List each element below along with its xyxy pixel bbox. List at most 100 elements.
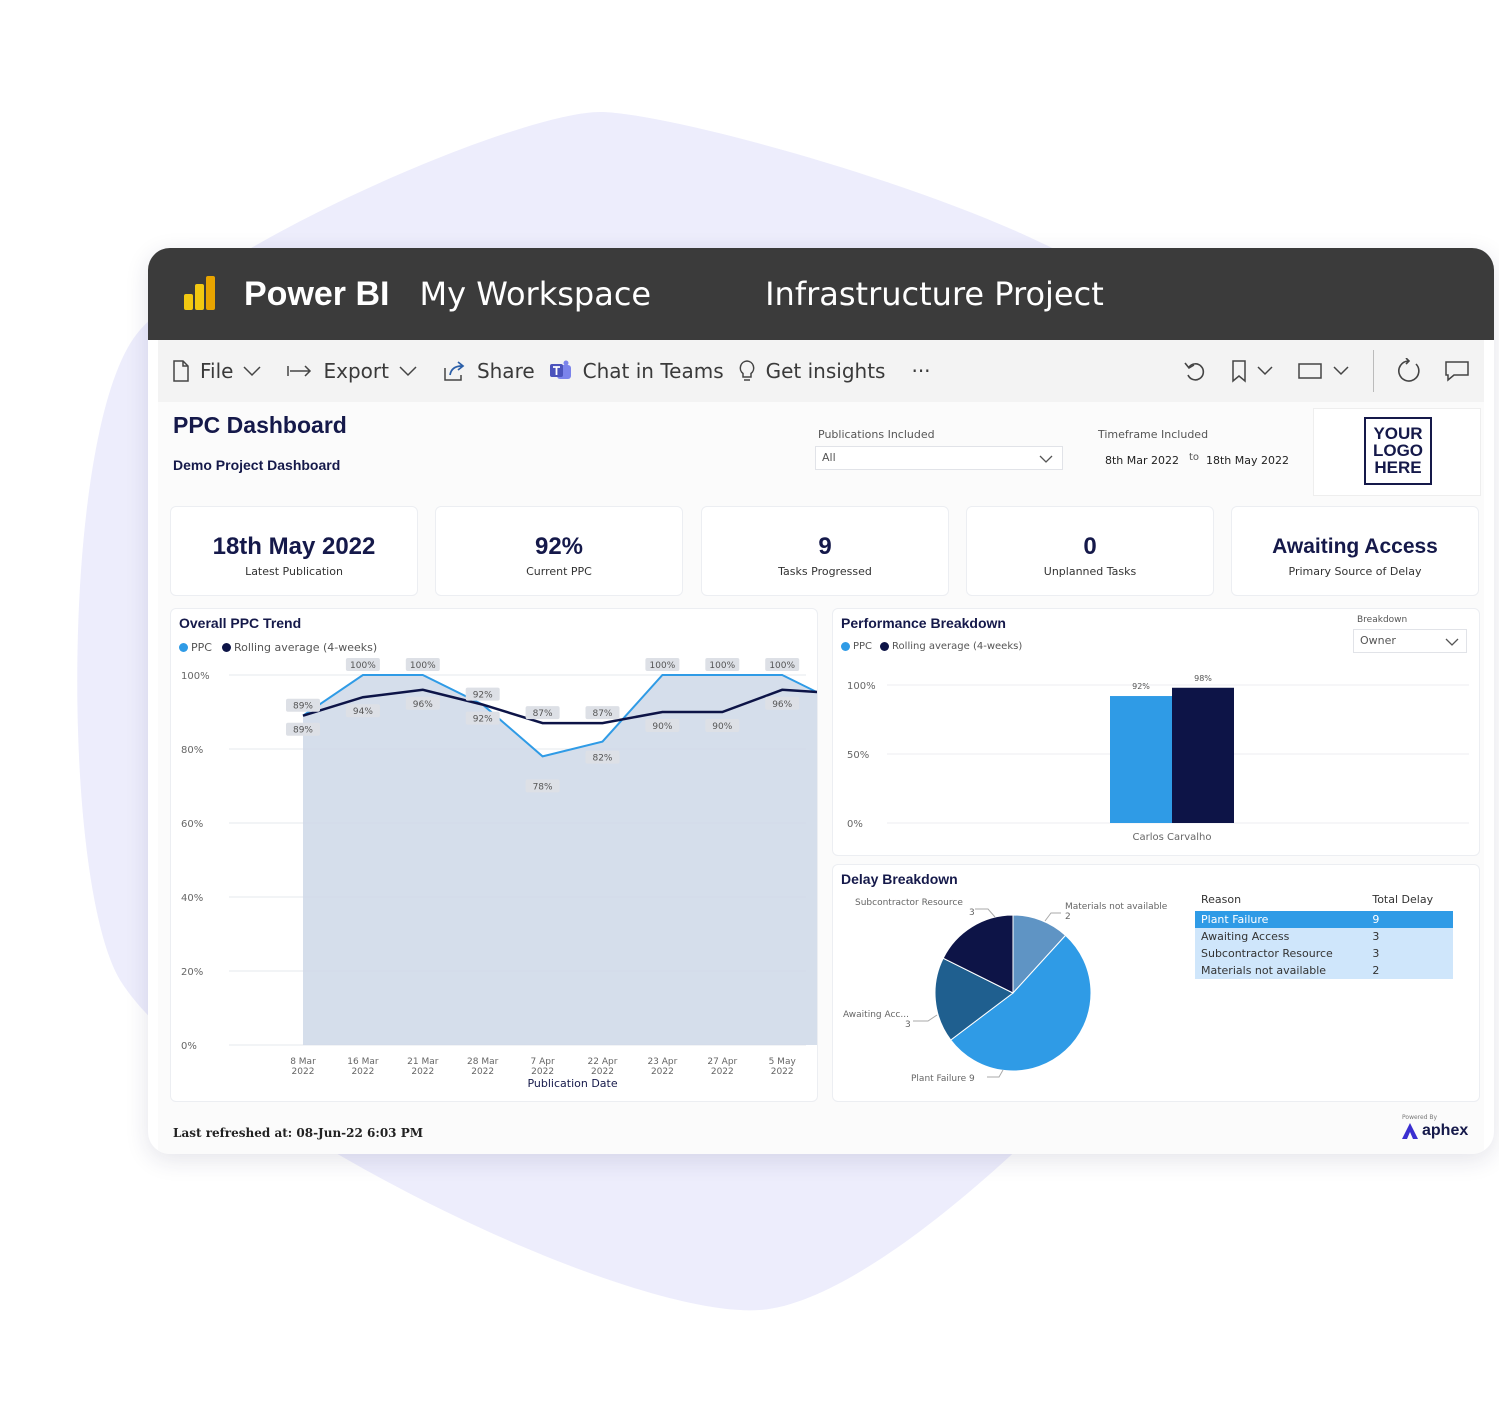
kpi-label: Latest Publication [245, 565, 343, 578]
pie-leader-line [1044, 912, 1061, 922]
x-tick-label-date: 5 May [769, 1057, 797, 1067]
kpi-value: 0 [1083, 533, 1097, 560]
x-tick-label-date: 23 Apr [647, 1057, 677, 1067]
rolling-data-label: 94% [353, 707, 373, 717]
total-delay-header[interactable]: Total Delay [1366, 887, 1453, 911]
aphex-logo-icon [1402, 1123, 1418, 1139]
delay-total: 3 [1372, 947, 1380, 960]
kpi-label: Current PPC [526, 565, 592, 578]
x-tick-label-date: 7 Apr [531, 1057, 555, 1067]
x-tick-label-year: 2022 [471, 1067, 494, 1077]
logo-line-3: HERE [1374, 458, 1422, 477]
x-tick-label-year: 2022 [771, 1067, 794, 1077]
toolbar: File Export Share Chat in Teams Get insi… [158, 340, 1484, 402]
chevron-down-icon [399, 366, 417, 377]
dashboard-title: PPC Dashboard [173, 412, 347, 438]
delay-table-row[interactable]: Subcontractor Resource 3 [1195, 945, 1453, 962]
performance-breakdown-card: Performance Breakdown PPC Rolling averag… [832, 608, 1480, 856]
rolling-data-label: 87% [533, 709, 553, 719]
ppc-trend-chart[interactable]: 0% 20% 40% 60% 80% 100% 89% 100% 100% 92% 78% 82% 10… [171, 609, 817, 1101]
export-menu[interactable]: Export [287, 359, 428, 383]
ppc-data-label: 89% [293, 702, 313, 712]
view-menu[interactable] [1297, 361, 1351, 381]
bar-rolling [1172, 687, 1234, 823]
ppc-data-label: 100% [410, 661, 436, 671]
x-tick-label-year: 2022 [651, 1067, 674, 1077]
ppc-area [303, 675, 817, 1045]
title-bar: Power BI My Workspace Infrastructure Pro… [148, 248, 1494, 340]
ppc-data-label: 78% [533, 782, 553, 792]
logo-placeholder: YOUR LOGO HERE [1364, 417, 1432, 485]
share-button[interactable]: Share [443, 359, 535, 383]
publications-label: Publications Included [818, 428, 935, 441]
delay-reason: Subcontractor Resource [1201, 947, 1333, 960]
ppc-data-label: 100% [350, 661, 376, 671]
x-tick-label-date: 8 Mar [290, 1057, 316, 1067]
pie-label-awaiting-count: 3 [905, 1020, 911, 1030]
delay-reason: Plant Failure [1201, 913, 1269, 926]
y-tick-label: 100% [181, 671, 210, 682]
logo-line-2: LOGO [1372, 441, 1424, 460]
timeframe-from[interactable]: 8th Mar 2022 [1105, 454, 1179, 467]
rolling-data-label: 96% [413, 700, 433, 710]
get-insights-label: Get insights [765, 359, 886, 383]
delay-table-row[interactable]: Awaiting Access 3 [1195, 928, 1453, 945]
delay-breakdown-card: Delay Breakdown Subcontractor Resource 3 M… [832, 864, 1480, 1102]
pie-label-materials-count: 2 [1065, 912, 1071, 922]
get-insights-button[interactable]: Get insights [738, 359, 886, 383]
rolling-data-label: 87% [592, 709, 612, 719]
x-tick-label-year: 2022 [591, 1067, 614, 1077]
pie-leader-line [913, 1014, 938, 1022]
pie-leader-line [987, 1069, 1004, 1078]
logo-line-1: YOUR [1373, 424, 1423, 443]
chevron-down-icon [243, 366, 261, 377]
performance-chart[interactable]: 0% 50% 100% 92% 98% Carlos Carvalho [833, 609, 1479, 855]
teams-icon [549, 360, 571, 379]
kpi-value: 18th May 2022 [212, 533, 376, 560]
delay-table: Reason Total Delay Plant Failure 9 Await… [1195, 887, 1453, 979]
x-tick-label: Carlos Carvalho [1132, 832, 1211, 843]
kpi-card-primary-delay: Awaiting Access Primary Source of Delay [1231, 506, 1479, 596]
timeframe-label: Timeframe Included [1098, 428, 1209, 441]
delay-table-row[interactable]: Materials not available 2 [1195, 962, 1453, 979]
bookmark-menu[interactable] [1231, 359, 1275, 383]
rolling-data-label: 90% [652, 722, 672, 732]
delay-total: 2 [1372, 964, 1380, 977]
workspace-name[interactable]: My Workspace [419, 275, 651, 313]
chat-in-teams-button[interactable]: Chat in Teams [549, 359, 724, 383]
view-icon [1298, 363, 1322, 379]
y-tick-label: 50% [847, 750, 869, 761]
chat-in-teams-label: Chat in Teams [582, 359, 724, 383]
rolling-data-label: 89% [293, 726, 313, 736]
bar-ppc [1110, 696, 1172, 823]
ppc-data-label: 82% [592, 754, 612, 764]
refresh-icon[interactable] [1396, 358, 1422, 384]
app-name[interactable]: Power BI [244, 275, 389, 314]
delay-table-header: Reason Total Delay [1195, 887, 1453, 911]
file-icon [173, 360, 189, 382]
delay-pie-chart[interactable]: Subcontractor Resource 3 Materials not ava… [833, 865, 1193, 1101]
kpi-card-current-ppc: 92% Current PPC [435, 506, 683, 596]
toolbar-divider [1373, 350, 1374, 392]
pie-leader-line [975, 908, 996, 918]
comment-icon[interactable] [1444, 359, 1470, 383]
x-tick-label-year: 2022 [292, 1067, 315, 1077]
x-tick-label-date: 16 Mar [347, 1057, 379, 1067]
timeframe-to-word: to [1189, 452, 1200, 463]
delay-table-row[interactable]: Plant Failure 9 [1195, 911, 1453, 928]
timeframe-to[interactable]: 18th May 2022 [1206, 454, 1289, 467]
chevron-down-icon [1333, 366, 1349, 376]
pie-label-plant-failure: Plant Failure 9 [911, 1074, 975, 1084]
report-name: Infrastructure Project [765, 275, 1104, 313]
publications-dropdown[interactable]: All [815, 446, 1063, 470]
reason-header[interactable]: Reason [1195, 887, 1366, 911]
export-label: Export [323, 359, 389, 383]
more-options-button[interactable]: ··· [911, 359, 930, 383]
powerbi-window: Power BI My Workspace Infrastructure Pro… [148, 248, 1494, 1154]
ppc-trend-card: Overall PPC Trend PPC Rolling average (4… [170, 608, 818, 1102]
kpi-label: Unplanned Tasks [1043, 565, 1137, 578]
file-menu[interactable]: File [172, 359, 273, 383]
x-tick-label-year: 2022 [351, 1067, 374, 1077]
y-tick-label: 20% [181, 967, 203, 978]
reset-icon[interactable] [1183, 359, 1209, 383]
